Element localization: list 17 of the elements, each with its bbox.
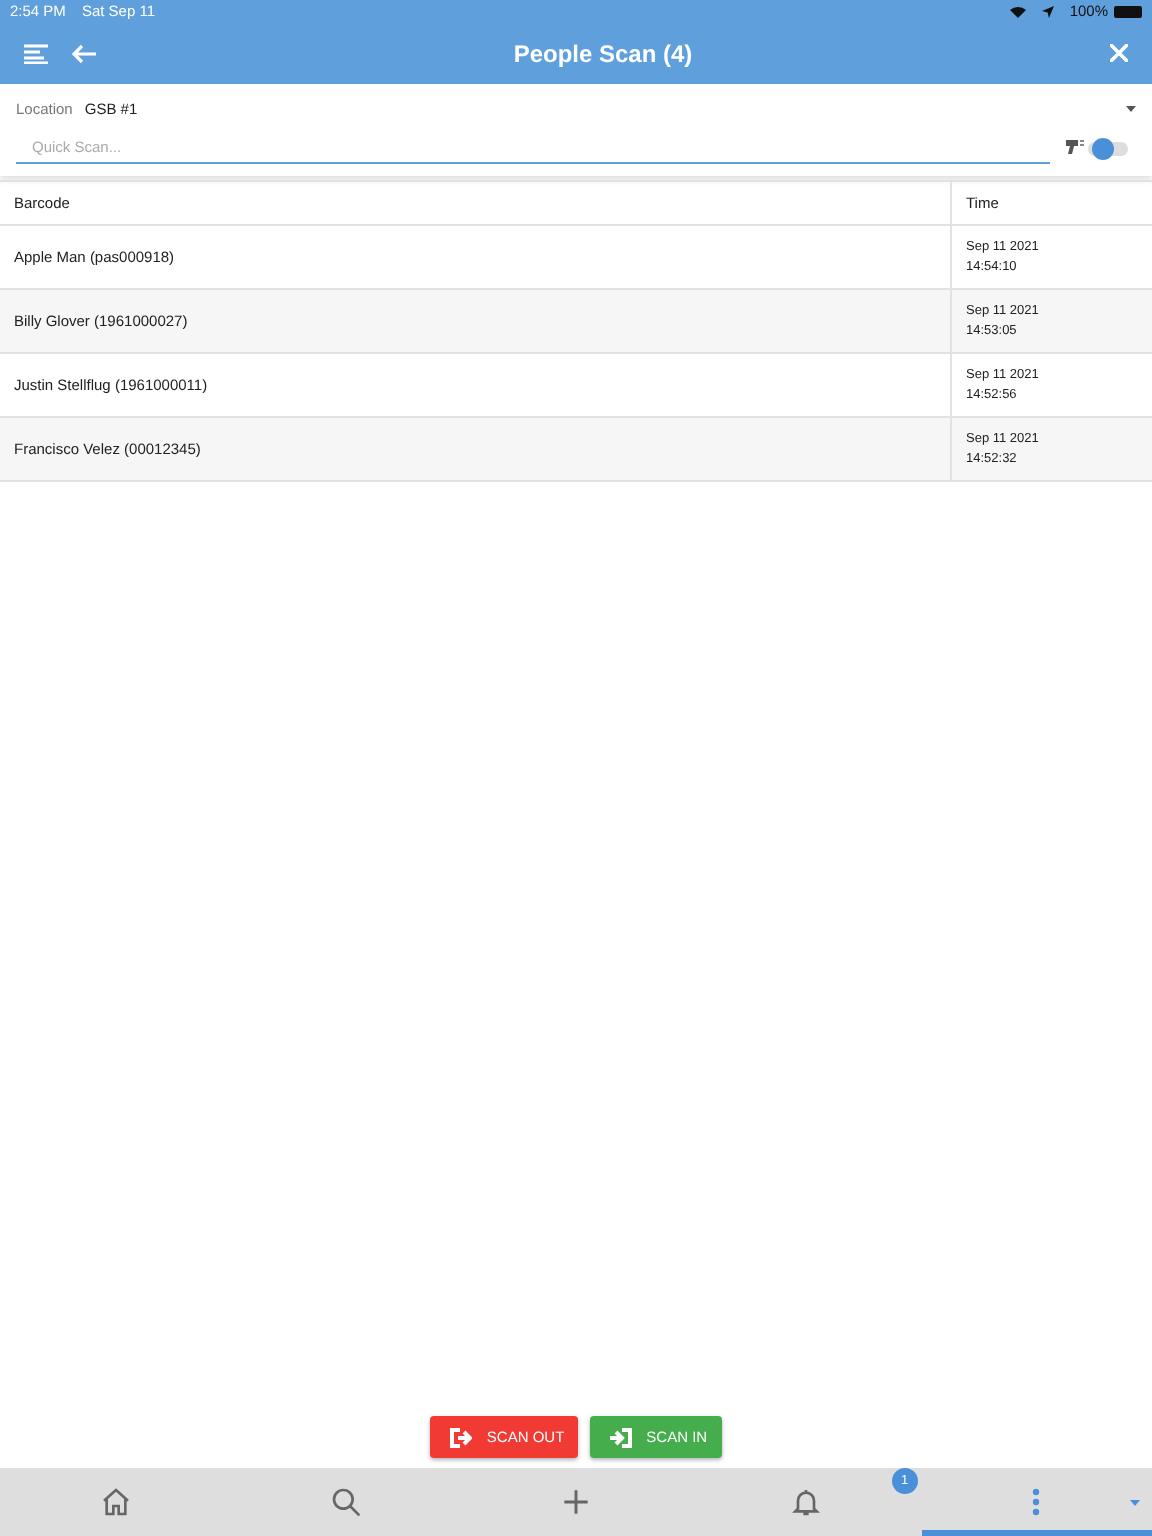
page-title: People Scan (4) — [511, 39, 695, 67]
exit-arrow-icon — [448, 1425, 473, 1449]
plus-icon — [562, 1488, 590, 1516]
more-icon — [1032, 1488, 1041, 1516]
wifi-icon — [1009, 5, 1026, 17]
battery-icon — [1114, 5, 1142, 17]
home-icon — [99, 1486, 132, 1518]
scanner-gun-icon — [1066, 140, 1084, 156]
back-arrow-icon[interactable] — [72, 43, 96, 63]
menu-icon[interactable] — [24, 43, 48, 63]
dropdown-caret-icon[interactable] — [1126, 105, 1136, 111]
close-icon[interactable] — [1110, 44, 1128, 62]
location-arrow-icon — [1041, 5, 1054, 17]
caret-icon[interactable] — [1130, 1500, 1140, 1506]
bell-icon — [790, 1486, 823, 1518]
enter-arrow-icon — [608, 1425, 633, 1449]
search-icon — [329, 1486, 362, 1518]
